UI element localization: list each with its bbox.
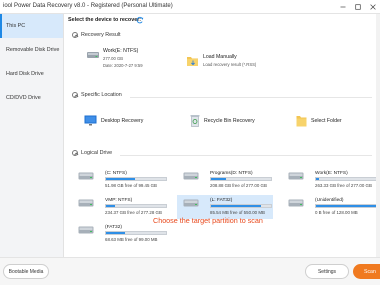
recycle-bin-recovery-item[interactable]: Recycle Bin Recovery [190,114,255,127]
drive-name: (Unidentified) [315,198,344,203]
window-title: iool Power Data Recovery v8.0 - Register… [3,3,173,9]
sidebar-item-label: Removable Disk Drive [6,47,60,53]
close-icon [369,4,376,10]
usage-fill [106,205,115,207]
drive-name: (L: FAT32) [210,198,233,203]
scan-button[interactable]: Scan [353,264,380,279]
page-title: Select the device to recover: [68,17,142,23]
result-name: Work(E: NTFS) [103,48,139,54]
drive-card[interactable]: Programs(D: NTFS) 208.88 GB free of 277.… [177,168,273,192]
usage-bar [315,204,377,208]
drive-card[interactable]: (FAT32) 68.63 MB free of 99.00 MB [72,222,168,246]
usage-fill [316,178,319,180]
drive-name: (C: NTFS) [105,171,127,176]
close-button[interactable] [365,0,380,14]
section-logical-drive[interactable]: Logical Drive [72,150,112,156]
section-title: Specific Location [81,92,122,98]
select-folder-item[interactable]: Select Folder [296,114,342,127]
sidebar-item-cd-dvd[interactable]: CD/DVD Drive [0,86,63,110]
hard-drive-icon [78,199,94,207]
sidebar-item-removable-disk[interactable]: Removable Disk Drive [0,38,63,62]
usage-fill [106,232,125,234]
hard-drive-icon [183,172,199,180]
desktop-recovery-item[interactable]: Desktop Recovery [84,115,143,126]
usage-bar [105,204,167,208]
title-bar: iool Power Data Recovery v8.0 - Register… [0,0,380,14]
drive-result-icon [87,52,99,58]
settings-button[interactable]: Settings [305,264,349,279]
scan-label: Scan [364,268,376,275]
sidebar-item-label: This PC [6,23,26,29]
minimize-button[interactable] [335,0,350,14]
minimize-icon [340,6,345,8]
section-title: Recovery Result [81,32,121,38]
section-title: Logical Drive [81,150,113,156]
result-date: Date: 2020-7-27 9:59 [103,63,143,68]
drive-free-space: 208.88 GB free of 277.00 GB [210,183,267,188]
recovery-result-item[interactable]: Work(E: NTFS) 277.00 GB Date: 2020-7-27 … [86,48,143,69]
usage-bar [315,177,377,181]
drive-card[interactable]: Work(E: NTFS) 263.33 GB free of 277.00 G… [282,168,378,192]
load-manually-desc: Load recovery result (*.RSS) [203,62,257,67]
drive-card[interactable]: (Unidentified) 0 B free of 128.00 MB [282,195,378,219]
usage-fill [211,178,226,180]
bootable-media-button[interactable]: Bootable Media [3,264,49,279]
collapse-chevron-icon [72,32,78,38]
hard-drive-icon [78,172,94,180]
collapse-chevron-icon [72,92,78,98]
drive-free-space: 68.63 MB free of 99.00 MB [105,237,158,242]
folder-icon [296,116,307,127]
sidebar-item-this-pc[interactable]: This PC [0,14,63,38]
usage-fill [106,178,135,180]
location-label: Desktop Recovery [101,117,144,124]
load-folder-icon [187,57,198,66]
usage-fill [211,205,262,207]
maximize-icon [354,4,361,10]
maximize-button[interactable] [350,0,365,14]
result-size: 277.00 GB [103,56,124,61]
drive-free-space: 51.98 GB free of 99.45 GB [105,183,157,188]
recycle-bin-icon [190,115,200,127]
hard-drive-icon [288,172,304,180]
drive-free-space: 85.54 MB free of 550.00 MB [210,210,265,215]
sidebar-item-label: Hard Disk Drive [6,71,44,77]
usage-bar [105,177,167,181]
drive-free-space: 234.37 GB free of 277.28 GB [105,210,162,215]
scrollbar[interactable] [376,14,380,257]
hard-drive-icon [78,226,94,234]
drive-free-space: 263.33 GB free of 277.00 GB [315,183,372,188]
settings-label: Settings [317,268,337,275]
usage-bar [105,231,167,235]
location-label: Select Folder [311,117,342,124]
drive-free-space: 0 B free of 128.00 MB [315,210,358,215]
hard-drive-icon [183,199,199,207]
desktop-icon [84,115,97,126]
drive-card[interactable]: (C: NTFS) 51.98 GB free of 99.45 GB [72,168,168,192]
hard-drive-icon [288,199,304,207]
usage-bar [210,177,272,181]
sidebar-item-label: CD/DVD Drive [6,95,41,101]
location-label: Recycle Bin Recovery [204,117,255,124]
bootable-media-label: Bootable Media [8,268,44,275]
drive-name: (FAT32) [105,225,122,230]
load-manually-label: Load Manually [203,54,237,60]
footer-bar: Bootable Media Settings Scan [0,257,380,285]
drive-name: Work(E: NTFS) [315,171,348,176]
collapse-chevron-icon [72,150,78,156]
sidebar-item-hard-disk[interactable]: Hard Disk Drive [0,62,63,86]
drive-name: VMP: NTFS) [105,198,133,203]
usage-bar [210,204,272,208]
sidebar: This PC Removable Disk Drive Hard Disk D… [0,14,64,257]
annotation-text: Choose the target partition to scan [153,216,263,225]
section-recovery-result[interactable]: Recovery Result [72,32,121,38]
section-specific-location[interactable]: Specific Location [72,92,122,98]
refresh-icon[interactable] [136,16,144,24]
usage-fill [316,205,376,207]
window-controls [335,0,380,14]
drive-name: Programs(D: NTFS) [210,171,253,176]
load-manually-item[interactable]: Load Manually Load recovery result (*.RS… [186,54,256,68]
